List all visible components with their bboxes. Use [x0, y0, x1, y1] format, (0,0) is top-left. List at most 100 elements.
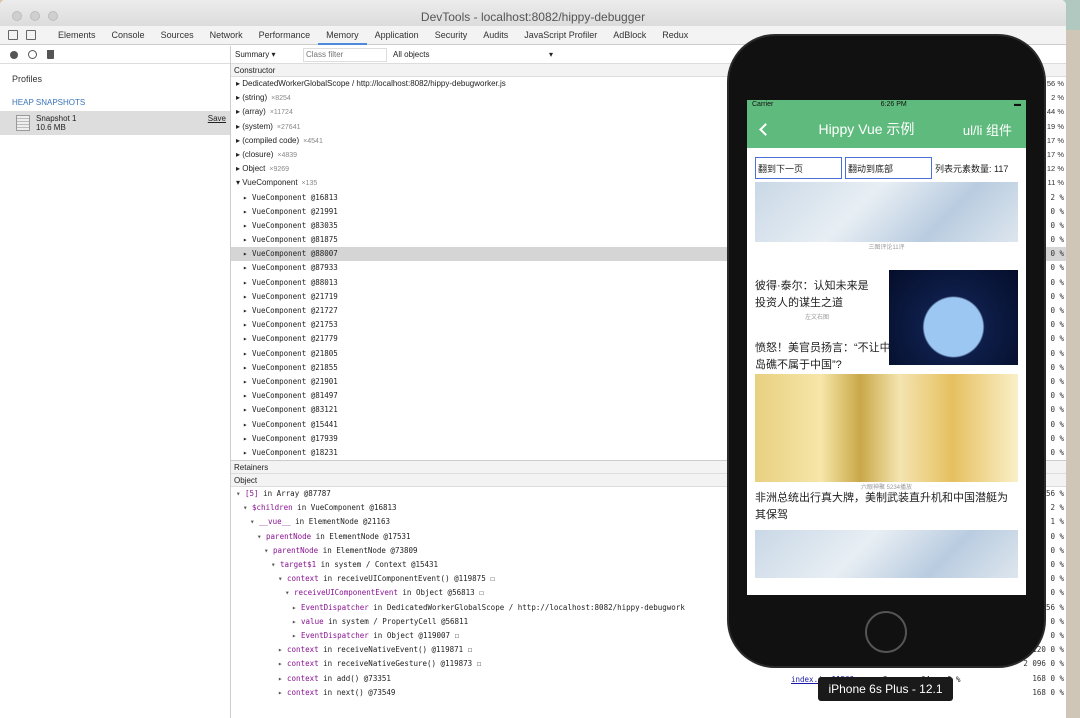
- inspect-icon[interactable]: [8, 30, 18, 40]
- retained-pct-cell: 0 %: [1050, 334, 1064, 344]
- expand-icon[interactable]: ▸: [292, 631, 301, 640]
- snapshot-item[interactable]: Snapshot 1 10.6 MB Save: [0, 111, 230, 135]
- expand-icon[interactable]: ▾: [285, 588, 294, 597]
- expand-icon[interactable]: ▸: [243, 420, 252, 429]
- retainer-object: in Array @87787: [258, 489, 331, 499]
- heap-snapshots-label: HEAP SNAPSHOTS: [12, 98, 86, 107]
- expand-icon[interactable]: ▾: [243, 503, 252, 512]
- record-icon[interactable]: [10, 50, 18, 59]
- clear-icon[interactable]: [28, 50, 37, 59]
- instance-name: VueComponent @83035: [252, 220, 338, 230]
- expand-icon[interactable]: ▸: [243, 448, 252, 457]
- expand-icon[interactable]: ▸: [243, 405, 252, 414]
- expand-icon[interactable]: ▸: [243, 292, 252, 301]
- tab-elements[interactable]: Elements: [50, 26, 104, 45]
- save-link[interactable]: Save: [208, 114, 226, 123]
- constructor-name: (compiled code): [242, 135, 300, 145]
- expand-icon[interactable]: ▸: [243, 434, 252, 443]
- tab-network[interactable]: Network: [202, 26, 251, 45]
- tab-audits[interactable]: Audits: [475, 26, 516, 45]
- retainer-object: in Object @119007 ☐: [368, 630, 460, 640]
- expand-icon[interactable]: ▸: [292, 603, 301, 612]
- iphone-simulator: Carrier 6:26 PM ▬ Hippy Vue 示例 ul/li 组件 …: [729, 36, 1044, 666]
- expand-icon[interactable]: ▸: [278, 659, 287, 668]
- article-title[interactable]: 彼得·泰尔：认知未来是投资人的谋生之道: [747, 278, 887, 312]
- retained-pct-cell: 0 %: [1050, 320, 1064, 330]
- retainer-key: context: [287, 659, 319, 669]
- retainer-object: in receiveNativeEvent() @119871 ☐: [318, 645, 473, 655]
- article-title[interactable]: 非洲总统出行真大牌，美制武装直升机和中国潜艇为其保驾: [747, 490, 1026, 524]
- object-filter-select[interactable]: All objects: [393, 50, 543, 59]
- phone-screen: Carrier 6:26 PM ▬ Hippy Vue 示例 ul/li 组件 …: [747, 100, 1026, 595]
- summary-select[interactable]: Summary ▾: [235, 50, 297, 59]
- retained-pct-cell: 19 %: [1046, 121, 1064, 131]
- expand-icon[interactable]: ▸: [243, 391, 252, 400]
- expand-icon[interactable]: ▸: [278, 645, 287, 654]
- tab-sources[interactable]: Sources: [153, 26, 202, 45]
- tab-console[interactable]: Console: [104, 26, 153, 45]
- retained-pct-cell: 0 %: [1050, 206, 1064, 216]
- retained-pct-cell: 0 %: [1050, 220, 1064, 230]
- constructor-name: (array): [242, 107, 266, 117]
- instance-name: VueComponent @21901: [252, 376, 338, 386]
- expand-icon[interactable]: ▸: [243, 334, 252, 343]
- home-button[interactable]: [865, 611, 907, 653]
- expand-icon[interactable]: ▸: [278, 688, 287, 697]
- app-navbar: Hippy Vue 示例 ul/li 组件: [747, 110, 1026, 148]
- scroll-bottom-button[interactable]: 翻动到底部: [845, 157, 932, 179]
- expand-icon[interactable]: ▾: [271, 560, 280, 569]
- class-filter-input[interactable]: [303, 47, 387, 62]
- expand-icon[interactable]: ▸: [278, 674, 287, 683]
- expand-icon[interactable]: ▸: [243, 235, 252, 244]
- retained-pct-cell: 0 %: [1050, 249, 1064, 259]
- expand-icon[interactable]: ▸: [243, 349, 252, 358]
- expand-icon[interactable]: ▾: [250, 517, 259, 526]
- object-filter-label: All objects: [393, 50, 430, 59]
- tab-adblock[interactable]: AdBlock: [605, 26, 654, 45]
- retained-pct-cell: 0 %: [1050, 362, 1064, 372]
- retained-pct-cell: 0 %: [1050, 277, 1064, 287]
- tab-performance[interactable]: Performance: [251, 26, 319, 45]
- back-icon[interactable]: [759, 122, 772, 136]
- expand-icon[interactable]: ▾: [278, 574, 287, 583]
- expand-icon[interactable]: ▸: [243, 320, 252, 329]
- status-bar: Carrier 6:26 PM ▬: [747, 100, 1026, 110]
- tab-redux[interactable]: Redux: [654, 26, 696, 45]
- expand-icon[interactable]: ▸: [243, 207, 252, 216]
- expand-icon[interactable]: ▾: [264, 546, 273, 555]
- expand-icon[interactable]: ▾: [236, 489, 245, 498]
- instance-count: ×27641: [276, 123, 301, 131]
- retainer-key: receiveUIComponentEvent: [294, 588, 398, 598]
- next-page-button[interactable]: 翻到下一页: [755, 157, 842, 179]
- retained-pct-cell: 0 %: [1050, 391, 1064, 401]
- expand-icon[interactable]: ▾: [257, 532, 266, 541]
- expand-icon[interactable]: ▸: [243, 249, 252, 258]
- snapshot-size: 10.6 MB: [36, 123, 66, 132]
- carrier-label: Carrier: [752, 101, 774, 108]
- expand-icon[interactable]: ▸: [243, 263, 252, 272]
- retained-pct-cell: 12 %: [1046, 164, 1064, 174]
- trash-icon[interactable]: [47, 50, 54, 59]
- expand-icon[interactable]: ▸: [243, 306, 252, 315]
- instance-name: VueComponent @21805: [252, 348, 338, 358]
- instance-name: VueComponent @15441: [252, 419, 338, 429]
- window-title: DevTools - localhost:8082/hippy-debugger: [420, 10, 646, 24]
- tab-application[interactable]: Application: [367, 26, 427, 45]
- expand-icon[interactable]: ▸: [243, 363, 252, 372]
- retainer-key: EventDispatcher: [301, 630, 369, 640]
- device-toggle-icon[interactable]: [26, 30, 36, 40]
- tab-security[interactable]: Security: [427, 26, 476, 45]
- constructor-name: DedicatedWorkerGlobalScope / http://loca…: [242, 79, 506, 88]
- tab-memory[interactable]: Memory: [318, 26, 367, 45]
- tab-javascript-profiler[interactable]: JavaScript Profiler: [516, 26, 605, 45]
- instance-name: VueComponent @17939: [252, 433, 338, 443]
- expand-icon[interactable]: ▸: [243, 377, 252, 386]
- expand-icon[interactable]: ▸: [243, 278, 252, 287]
- expand-icon[interactable]: ▸: [243, 221, 252, 230]
- retained-pct-cell: 44 %: [1046, 107, 1064, 117]
- status-time: 6:26 PM: [880, 101, 907, 108]
- expand-icon[interactable]: ▸: [243, 193, 252, 202]
- expand-icon[interactable]: ▸: [292, 617, 301, 626]
- instance-count: ×4839: [277, 151, 298, 159]
- retained-pct-cell: 0 %: [1050, 447, 1064, 457]
